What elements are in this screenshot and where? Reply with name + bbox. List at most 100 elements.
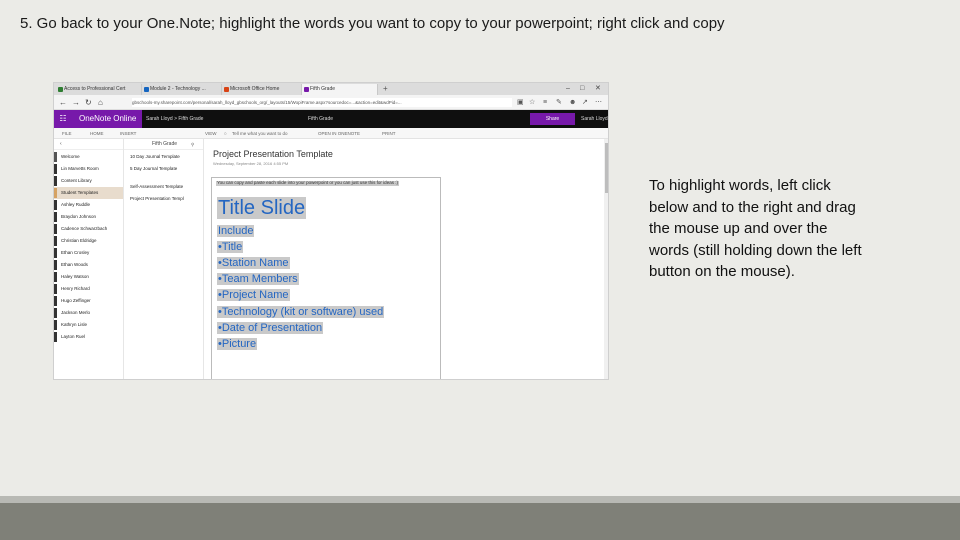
browser-tab[interactable]: Access to Professional Cert: [56, 84, 142, 95]
section-item[interactable]: Jackson Merlo: [54, 307, 123, 319]
section-item[interactable]: Hugo Zeffinger: [54, 295, 123, 307]
favicon-icon: [304, 87, 309, 92]
ribbon-menu: FILE HOME INSERT VIEW ○ Tell me what you…: [54, 128, 608, 139]
browser-tab[interactable]: Module 2 - Technology ...: [142, 84, 222, 95]
section-label: Henry Richard: [61, 286, 90, 291]
section-item[interactable]: Braydon Johnson: [54, 211, 123, 223]
favicon-icon: [144, 87, 149, 92]
page-date: Wednesday, September 28, 2016 4:55 PM: [213, 161, 289, 166]
user-name[interactable]: Sarah Lloyd: [581, 110, 608, 128]
url-field[interactable]: gbschools-my.sharepoint.com/personal/sar…: [132, 98, 512, 107]
section-label: Student Templates: [61, 190, 99, 195]
ribbon-file[interactable]: FILE: [62, 128, 72, 139]
favorite-star-icon[interactable]: ☆: [529, 95, 535, 110]
section-label: Jackson Merlo: [61, 310, 91, 315]
section-item[interactable]: Welcome: [54, 151, 123, 163]
share-icon[interactable]: ↗: [582, 95, 588, 110]
ribbon-print[interactable]: PRINT: [382, 128, 396, 139]
search-icon[interactable]: ⚲: [191, 139, 194, 150]
more-icon[interactable]: ⋯: [595, 95, 602, 110]
section-item[interactable]: Layton Ruel: [54, 331, 123, 343]
section-item[interactable]: Christian Eldridge: [54, 235, 123, 247]
section-label: Ethan Crosley: [61, 250, 90, 255]
highlighted-slide-title[interactable]: Title Slide: [217, 197, 307, 219]
close-icon[interactable]: ✕: [595, 83, 601, 95]
tell-me-search[interactable]: Tell me what you want to do: [232, 128, 288, 139]
highlighted-item[interactable]: •Project Name: [217, 289, 290, 302]
highlighted-item[interactable]: •Picture: [217, 338, 258, 351]
section-item[interactable]: Ethan Crosley: [54, 247, 123, 259]
section-color-icon: [54, 332, 57, 342]
highlighted-note[interactable]: You can copy and paste each slide into y…: [216, 180, 399, 186]
section-item[interactable]: Ashley Ruddle: [54, 199, 123, 211]
browser-tab-label: Module 2 - Technology ...: [150, 86, 206, 92]
section-label: Haley Watson: [61, 274, 89, 279]
section-color-icon: [54, 308, 57, 318]
page-item[interactable]: Self-Assessment Template: [130, 181, 183, 193]
browser-tab-label: Microsoft Office Home: [230, 86, 280, 92]
app-launcher-icon[interactable]: ☷: [54, 110, 72, 128]
section-color-icon: [54, 296, 57, 306]
section-item-selected[interactable]: Student Templates: [54, 187, 123, 199]
ribbon-home[interactable]: HOME: [90, 128, 104, 139]
new-tab-icon[interactable]: +: [383, 83, 388, 95]
section-color-icon: [54, 152, 57, 162]
page-item[interactable]: 10 Day Journal Template: [130, 151, 180, 163]
share-button[interactable]: Share: [530, 113, 575, 125]
footer-band-dark: [0, 503, 960, 540]
reading-view-icon[interactable]: ▣: [517, 95, 524, 110]
highlighted-item[interactable]: •Team Members: [217, 273, 299, 286]
section-color-icon: [54, 272, 57, 282]
highlighted-item[interactable]: Include: [217, 225, 255, 238]
section-item[interactable]: Henry Richard: [54, 283, 123, 295]
highlighted-item[interactable]: •Date of Presentation: [217, 322, 324, 335]
ribbon-view[interactable]: VIEW: [205, 128, 217, 139]
section-label: Content Library: [61, 178, 92, 183]
person-icon[interactable]: ☻: [569, 95, 576, 110]
slide-title: 5. Go back to your One.Note; highlight t…: [20, 15, 725, 32]
maximize-icon[interactable]: □: [580, 83, 584, 95]
section-label: Kathryn Lisle: [61, 322, 88, 327]
app-name[interactable]: OneNote Online: [72, 110, 142, 128]
forward-icon[interactable]: →: [72, 95, 80, 110]
section-item[interactable]: Haley Watson: [54, 271, 123, 283]
pen-icon[interactable]: ✎: [556, 95, 562, 110]
instruction-text: To highlight words, left click below and…: [649, 177, 862, 281]
open-in-onenote[interactable]: OPEN IN ONENOTE: [318, 128, 360, 139]
onenote-screenshot: Access to Professional Cert Module 2 - T…: [53, 82, 609, 380]
onenote-app-bar: ☷ OneNote Online Sarah Lloyd > Fifth Gra…: [54, 110, 608, 128]
note-outline[interactable]: You can copy and paste each slide into y…: [211, 177, 441, 379]
hub-icon[interactable]: ≡: [543, 95, 547, 110]
ribbon-insert[interactable]: INSERT: [120, 128, 136, 139]
section-color-icon: [54, 164, 57, 174]
section-label: Christian Eldridge: [61, 238, 97, 243]
back-arrow-icon[interactable]: ‹: [60, 141, 62, 147]
breadcrumb[interactable]: Sarah Lloyd > Fifth Grade: [146, 110, 203, 128]
back-icon[interactable]: ←: [59, 95, 67, 110]
section-label: Layton Ruel: [61, 334, 86, 339]
home-icon[interactable]: ⌂: [98, 95, 103, 110]
section-item[interactable]: Cadence Schwarzbach: [54, 223, 123, 235]
section-item[interactable]: Content Library: [54, 175, 123, 187]
browser-tab[interactable]: Microsoft Office Home: [222, 84, 302, 95]
page-item-selected[interactable]: Project Presentation Templ: [130, 193, 184, 205]
page-canvas[interactable]: Project Presentation Template Wednesday,…: [204, 139, 608, 379]
section-item[interactable]: Kathryn Lisle: [54, 319, 123, 331]
section-item[interactable]: Lin Marvetts Room: [54, 163, 123, 175]
highlighted-item[interactable]: •Station Name: [217, 257, 290, 270]
section-item[interactable]: Ethan Woods: [54, 259, 123, 271]
browser-tab-active[interactable]: Fifth Grade: [302, 84, 378, 95]
scrollbar-thumb[interactable]: [605, 143, 608, 193]
highlighted-item[interactable]: •Title: [217, 241, 244, 254]
minimize-icon[interactable]: –: [566, 83, 570, 95]
refresh-icon[interactable]: ↻: [85, 95, 92, 110]
section-label: Welcome: [61, 154, 80, 159]
browser-tab-label: Fifth Grade: [310, 86, 336, 92]
browser-tab-label: Access to Professional Cert: [64, 86, 126, 92]
scrollbar[interactable]: [604, 139, 608, 379]
lightbulb-icon: ○: [224, 131, 227, 136]
page-title[interactable]: Project Presentation Template: [213, 149, 333, 159]
page-item[interactable]: 5 Day Journal Template: [130, 163, 177, 175]
section-label: Ashley Ruddle: [61, 202, 91, 207]
highlighted-item[interactable]: •Technology (kit or software) used: [217, 306, 385, 319]
